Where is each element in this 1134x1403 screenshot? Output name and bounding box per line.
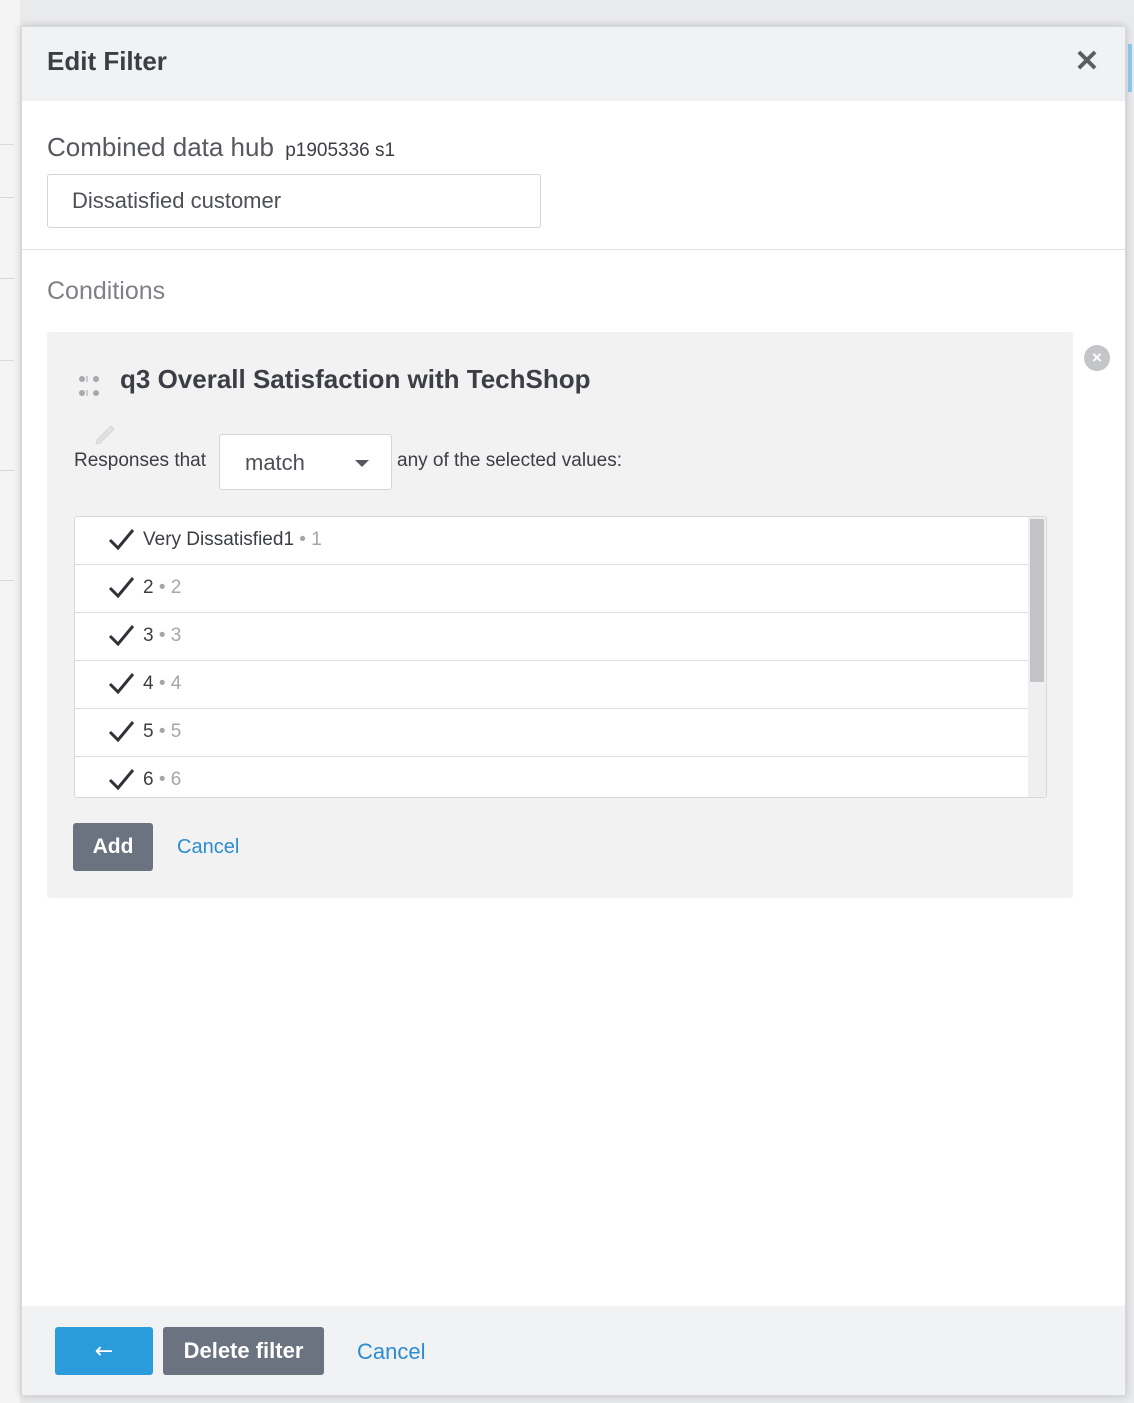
- value-count: • 4: [158, 673, 182, 694]
- delete-filter-button[interactable]: Delete filter: [163, 1327, 324, 1375]
- values-list: Very Dissatisfied1 • 1 2 • 2 3 • 3 4 • 4…: [74, 516, 1047, 798]
- operator-value: match: [245, 450, 305, 475]
- dialog-header: Edit Filter ✕: [22, 27, 1125, 101]
- checkmark-icon[interactable]: [107, 670, 135, 698]
- value-label: Very Dissatisfied1 • 1: [143, 529, 322, 551]
- background-edge: [1128, 44, 1132, 92]
- add-button[interactable]: Add: [73, 823, 153, 871]
- background-divider: [0, 470, 14, 471]
- checkmark-icon[interactable]: [107, 622, 135, 650]
- value-count: • 1: [299, 529, 322, 550]
- value-name: 5: [143, 721, 154, 742]
- background-divider: [0, 197, 14, 198]
- list-scrollbar[interactable]: [1028, 517, 1046, 797]
- checkmark-icon[interactable]: [107, 718, 135, 746]
- dialog-title: Edit Filter: [47, 46, 167, 76]
- hub-label: Combined data hub p1905336 s1: [47, 132, 395, 163]
- close-icon[interactable]: ✕: [1071, 44, 1103, 80]
- value-label: 6 • 6: [143, 769, 181, 791]
- condition-title: q3 Overall Satisfaction with TechShop: [120, 364, 591, 394]
- background-divider: [0, 144, 14, 145]
- responses-suffix: any of the selected values:: [397, 450, 622, 471]
- value-count: • 3: [158, 625, 182, 646]
- list-item[interactable]: 3 • 3: [75, 613, 1028, 661]
- drag-handle-icon[interactable]: [77, 374, 103, 400]
- value-label: 3 • 3: [143, 625, 181, 647]
- scrollbar-thumb[interactable]: [1030, 519, 1044, 682]
- list-item[interactable]: Very Dissatisfied1 • 1: [75, 517, 1028, 565]
- condition-cancel-link[interactable]: Cancel: [177, 836, 239, 859]
- value-count: • 6: [158, 769, 182, 790]
- dialog-footer: ← Delete filter Cancel: [22, 1306, 1125, 1395]
- remove-condition-icon[interactable]: ×: [1084, 345, 1110, 371]
- responses-prefix: Responses that: [74, 450, 207, 471]
- list-item[interactable]: 5 • 5: [75, 709, 1028, 757]
- background-divider: [0, 580, 14, 581]
- footer-cancel-link[interactable]: Cancel: [357, 1339, 425, 1365]
- value-name: 3: [143, 625, 154, 646]
- operator-select[interactable]: match: [219, 434, 392, 490]
- back-button[interactable]: ←: [55, 1327, 153, 1375]
- background-divider: [0, 278, 14, 279]
- value-name: 2: [143, 577, 154, 598]
- value-name: 6: [143, 769, 154, 790]
- checkmark-icon[interactable]: [107, 526, 135, 554]
- section-divider: [22, 249, 1125, 250]
- checkmark-icon[interactable]: [107, 574, 135, 602]
- value-count: • 2: [158, 577, 182, 598]
- background-divider: [0, 360, 14, 361]
- value-label: 4 • 4: [143, 673, 181, 695]
- list-item[interactable]: 6 • 6: [75, 757, 1028, 797]
- value-name: 4: [143, 673, 154, 694]
- background-page: [0, 0, 20, 1403]
- value-count: • 5: [158, 721, 182, 742]
- hub-name: Combined data hub: [47, 132, 274, 162]
- chevron-down-icon: [355, 460, 369, 467]
- value-label: 2 • 2: [143, 577, 181, 599]
- list-item[interactable]: 4 • 4: [75, 661, 1028, 709]
- edit-filter-dialog: Edit Filter ✕ Combined data hub p1905336…: [21, 26, 1126, 1396]
- condition-panel: q3 Overall Satisfaction with TechShop Re…: [47, 332, 1073, 898]
- checkmark-icon[interactable]: [107, 766, 135, 794]
- hub-id: p1905336 s1: [285, 140, 396, 161]
- pencil-icon[interactable]: [91, 418, 119, 446]
- list-item[interactable]: 2 • 2: [75, 565, 1028, 613]
- value-name: Very Dissatisfied1: [143, 529, 295, 550]
- filter-name-input[interactable]: [47, 174, 541, 228]
- value-label: 5 • 5: [143, 721, 181, 743]
- conditions-heading: Conditions: [47, 277, 166, 305]
